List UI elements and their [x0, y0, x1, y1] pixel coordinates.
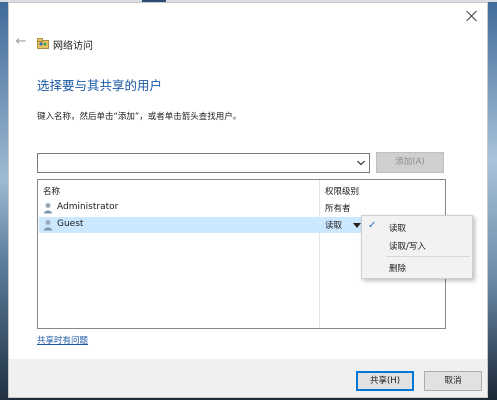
list-header: 名称 权限级别: [38, 180, 445, 198]
cancel-button[interactable]: 取消: [424, 371, 482, 391]
list-row-administrator[interactable]: Administrator 所有者: [39, 200, 444, 216]
user-icon: [44, 203, 52, 214]
network-share-icon: [37, 38, 49, 49]
close-icon[interactable]: [463, 7, 481, 25]
back-arrow-icon[interactable]: ←: [13, 35, 29, 49]
instruction-text: 键入名称，然后单击“添加”，或者单击箭头查找用户。: [37, 112, 242, 122]
column-header-permission[interactable]: 权限级别: [325, 185, 359, 197]
checkmark-icon: ✓: [368, 220, 377, 231]
menu-item-read-write[interactable]: 读取/写入: [362, 237, 472, 255]
menu-item-label: 读取: [389, 224, 407, 234]
menu-separator: [386, 256, 470, 257]
menu-item-remove[interactable]: 删除: [362, 259, 472, 277]
row-permission-level: 所有者: [325, 204, 351, 214]
page-heading: 选择要与其共享的用户: [37, 78, 163, 93]
permission-dropdown-arrow-icon[interactable]: [353, 223, 361, 228]
share-button[interactable]: 共享(H): [356, 371, 414, 391]
add-button[interactable]: 添加(A): [376, 152, 444, 173]
row-user-name: Administrator: [57, 202, 119, 212]
row-user-name: Guest: [57, 219, 84, 229]
network-access-dialog: ← 网络访问 选择要与其共享的用户 键入名称，然后单击“添加”，或者单击箭头查找…: [8, 2, 488, 398]
permission-context-menu: ✓ 读取 读取/写入 删除: [361, 215, 473, 279]
chevron-down-icon[interactable]: [356, 158, 366, 168]
menu-item-read[interactable]: ✓ 读取: [362, 219, 472, 237]
sharing-help-link[interactable]: 共享时有问题: [37, 334, 88, 346]
row-permission-level[interactable]: 读取: [325, 219, 342, 231]
menu-item-label: 读取/写入: [389, 242, 426, 252]
user-icon: [44, 220, 52, 231]
menu-item-label: 删除: [389, 264, 407, 274]
user-name-combobox[interactable]: [37, 153, 370, 173]
window-title: 网络访问: [53, 41, 93, 52]
column-header-name[interactable]: 名称: [43, 185, 60, 197]
dialog-footer: 共享(H) 取消: [9, 359, 487, 397]
